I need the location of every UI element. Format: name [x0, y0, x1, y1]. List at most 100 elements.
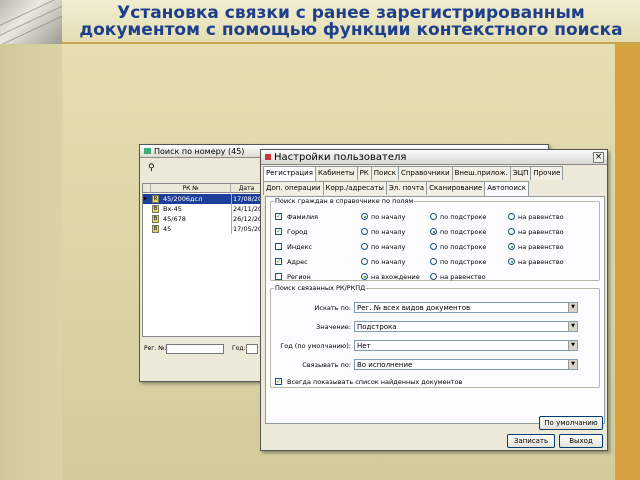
tab-row2-2[interactable]: Корр./адресаты	[322, 181, 387, 195]
title-line-2: документом с помощью функции контекстног…	[79, 20, 623, 40]
save-button[interactable]: Записать	[507, 434, 555, 448]
tab-6[interactable]: Внеш.прилож.	[451, 166, 511, 180]
field-label: Адрес	[287, 258, 308, 266]
document-icon: B	[152, 215, 159, 223]
tab-row2-4[interactable]: Сканирование	[426, 181, 486, 195]
match-mode-radio[interactable]	[430, 258, 437, 265]
show-list-row[interactable]: ✓ Всегда показывать список найденных док…	[275, 376, 605, 388]
field-checkbox[interactable]	[275, 273, 282, 280]
field-label: Индекс	[287, 243, 313, 251]
search-field-row: ✓ Фамилия по началу по подстроке на равенств…	[275, 211, 605, 223]
linked-field-combo[interactable]: Нет ▼	[354, 340, 578, 351]
settings-title: Настройки пользователя	[274, 152, 407, 163]
tab-row2-3[interactable]: Эл. почта	[385, 181, 428, 195]
linked-field-combo[interactable]: Подстрока ▼	[354, 321, 578, 332]
tab-row2-1[interactable]: Доп. операции	[263, 181, 324, 195]
match-mode-label: по началу	[371, 243, 406, 251]
row-pointer-icon: ▸	[144, 195, 148, 202]
combo-value: Подстрока	[357, 323, 397, 331]
settings-titlebar: Настройки пользователя	[261, 150, 607, 165]
linked-field-row: Искать по: Рег. № всех видов документов ▼	[271, 302, 601, 314]
match-mode-label: по подстроке	[440, 228, 487, 236]
match-mode-radio[interactable]	[430, 243, 437, 250]
document-icon: R	[152, 195, 159, 203]
linked-field-row: Связывать по: Во исполнение ▼	[271, 359, 601, 371]
table-row[interactable]: B 45 17/05/200	[143, 224, 263, 234]
linked-field-label: Год (по умолчанию):	[280, 342, 351, 350]
match-mode-radio[interactable]	[508, 228, 515, 235]
grid-corner	[143, 184, 151, 193]
tab-5[interactable]: Справочники	[397, 166, 453, 180]
tabs-row-1: Регистрация Кабинеты РК Поиск Справочники Вне…	[263, 166, 564, 181]
tab-1[interactable]: Регистрация	[263, 166, 316, 181]
tab-2[interactable]: Кабинеты	[314, 166, 358, 180]
exit-button[interactable]: Выход	[559, 434, 603, 448]
table-row[interactable]: B Вх-45 24/11/200	[143, 204, 263, 214]
field-checkbox[interactable]	[275, 243, 282, 250]
tabs-row-2: Доп. операции Корр./адресаты Эл. почта Скан…	[263, 181, 529, 196]
tab-row2-5[interactable]: Автопоиск	[484, 181, 529, 196]
match-mode-radio[interactable]	[361, 213, 368, 220]
linked-field-label: Значение:	[316, 323, 351, 331]
dropdown-arrow-icon[interactable]: ▼	[568, 322, 577, 331]
match-mode-label: на равенство	[440, 273, 486, 281]
dropdown-arrow-icon[interactable]: ▼	[568, 303, 577, 312]
row-date: 24/11/200	[231, 204, 263, 214]
dropdown-arrow-icon[interactable]: ▼	[568, 341, 577, 350]
col-header-number[interactable]: РК №	[151, 184, 231, 193]
corner-illustration	[0, 0, 62, 44]
match-mode-radio[interactable]	[508, 258, 515, 265]
field-checkbox[interactable]: ✓	[275, 213, 282, 220]
match-mode-radio[interactable]	[430, 273, 437, 280]
match-mode-radio[interactable]	[361, 273, 368, 280]
results-grid: РК № Дата ▸ R 45/2006дсл 17/08/200 B Вх-45 24/…	[142, 183, 263, 337]
table-row[interactable]: B 45/678 26/12/200	[143, 214, 263, 224]
match-mode-label: по подстроке	[440, 243, 487, 251]
combo-value: Нет	[357, 342, 371, 350]
search-field-row: ✓ Город по началу по подстроке на равенство	[275, 226, 605, 238]
show-list-label: Всегда показывать список найденных докум…	[287, 378, 463, 386]
linked-field-combo[interactable]: Во исполнение ▼	[354, 359, 578, 370]
row-date: 17/05/200	[231, 224, 263, 234]
search-field-row: Индекс по началу по подстроке на равенство	[275, 241, 605, 253]
match-mode-label: на вхождение	[371, 273, 420, 281]
default-button[interactable]: По умолчанию	[539, 416, 603, 430]
tab-8[interactable]: Прочие	[530, 166, 564, 180]
field-checkbox[interactable]: ✓	[275, 258, 282, 265]
match-mode-label: по началу	[371, 228, 406, 236]
year-input[interactable]	[246, 344, 258, 354]
citizens-group-legend: Поиск граждан в справочнике по полям	[275, 197, 414, 205]
row-number: 45/678	[163, 215, 186, 223]
match-mode-radio[interactable]	[430, 228, 437, 235]
dropdown-arrow-icon[interactable]: ▼	[568, 360, 577, 369]
field-label: Регион	[287, 273, 311, 281]
match-mode-label: на равенство	[518, 213, 564, 221]
show-list-checkbox[interactable]: ✓	[275, 378, 282, 385]
match-mode-radio[interactable]	[361, 228, 368, 235]
match-mode-radio[interactable]	[430, 213, 437, 220]
tab-7[interactable]: ЭЦП	[509, 166, 532, 180]
match-mode-radio[interactable]	[361, 258, 368, 265]
match-mode-label: по подстроке	[440, 213, 487, 221]
left-decor	[0, 44, 62, 480]
linked-field-combo[interactable]: Рег. № всех видов документов ▼	[354, 302, 578, 313]
match-mode-radio[interactable]	[508, 213, 515, 220]
table-row[interactable]: ▸ R 45/2006дсл 17/08/200	[143, 194, 263, 204]
year-label: Год:	[232, 345, 246, 352]
search-field-row: Регион на вхождение на равенство	[275, 271, 605, 283]
col-header-date[interactable]: Дата	[231, 184, 263, 193]
match-mode-radio[interactable]	[361, 243, 368, 250]
linked-group-legend: Поиск связанных РК/РКПД	[275, 284, 366, 292]
close-button[interactable]: ×	[593, 152, 604, 163]
match-mode-radio[interactable]	[508, 243, 515, 250]
filter-icon[interactable]: ⚲	[148, 163, 155, 173]
field-checkbox[interactable]: ✓	[275, 228, 282, 235]
linked-field-label: Связывать по:	[302, 361, 351, 369]
tab-3[interactable]: РК	[356, 166, 372, 180]
search-toolbar: ⚲	[142, 161, 252, 175]
slide-title: Установка связки с ранее зарегистрирован…	[62, 5, 640, 39]
citizens-search-group: Поиск граждан в справочнике по полям ✓ Фа…	[270, 197, 600, 281]
reg-number-input[interactable]	[166, 344, 224, 354]
user-settings-dialog: Настройки пользователя × Регистрация Каби…	[260, 149, 608, 451]
tab-4[interactable]: Поиск	[370, 166, 399, 180]
